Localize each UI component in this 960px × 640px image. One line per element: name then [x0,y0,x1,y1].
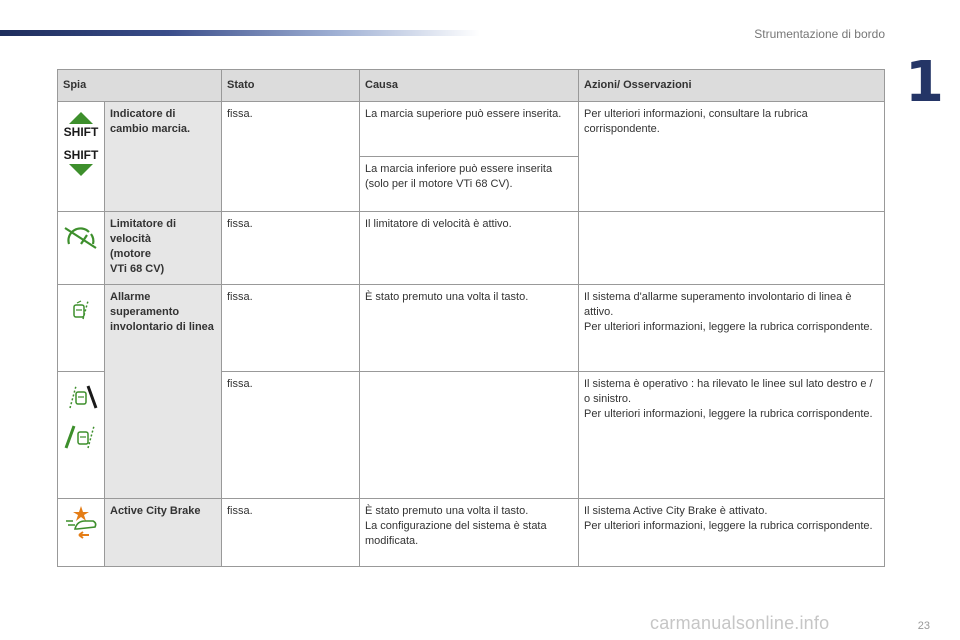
active-city-brake-stato: fissa. [221,498,360,567]
shift-down-label: SHIFT [63,148,99,162]
speed-limiter-icon-cell [57,211,105,285]
lane-detected-causa [359,371,579,499]
shift-stato: fissa. [221,101,360,212]
lane-left-detected-icon [64,425,95,449]
speed-limiter-azioni [578,211,885,285]
shift-down-icon [69,164,93,176]
lane-departure-azioni-line2: Per ulteriori informazioni, leggere la r… [584,321,873,333]
active-city-brake-causa-line1: È stato premuto una volta il tasto. [365,505,529,517]
shift-up-label: SHIFT [63,125,99,139]
speed-limiter-stato: fissa. [221,211,360,285]
speed-limiter-causa: Il limitatore di velocità è attivo. [359,211,579,285]
lane-detected-azioni: Il sistema è operativo : ha rilevato le … [578,371,885,499]
active-city-brake-causa: È stato premuto una volta il tasto. La c… [359,498,579,567]
table-row: SHIFT SHIFT Indicatore di cambio marcia.… [57,101,885,212]
lane-detected-azioni-line1: Il sistema è operativo : ha rilevato le … [584,378,873,405]
shift-icon-cell: SHIFT SHIFT [57,101,105,212]
shift-up-icon [69,112,93,124]
page-number: 23 [917,620,930,632]
header-causa: Causa [359,69,579,102]
active-city-brake-icon [66,506,97,539]
speed-limiter-name-line3: (motore [110,248,151,260]
watermark-text: carmanualsonline.info [650,613,830,633]
lane-detected-azioni-line2: Per ulteriori informazioni, leggere la r… [584,408,873,420]
header-stato: Stato [221,69,360,102]
speed-limiter-name-line1: Limitatore di [110,218,177,230]
lane-right-detected-icon [69,385,98,409]
lane-departure-icon-cell [57,284,105,372]
shift-causa-up: La marcia superiore può essere inserita. [359,101,579,157]
lane-departure-causa: È stato premuto una volta il tasto. [359,284,579,372]
header-spia: Spia [57,69,222,102]
shift-azioni: Per ulteriori informazioni, consultare l… [578,101,885,212]
lane-departure-name: Allarme superamento involontario di line… [104,284,222,499]
speed-limiter-name-line2: velocità [110,233,151,245]
active-city-brake-azioni-line1: Il sistema Active City Brake è attivato. [584,505,768,517]
table-header-row: Spia Stato Causa Azioni/ Osservazioni [57,69,885,102]
lane-departure-icon [73,300,89,320]
active-city-brake-name: Active City Brake [104,498,222,567]
lane-departure-azioni: Il sistema d'allarme superamento involon… [578,284,885,372]
chapter-number: 1 [905,50,944,115]
shift-causa-down: La marcia inferiore può essere inserita … [359,156,579,212]
active-city-brake-azioni: Il sistema Active City Brake è attivato.… [578,498,885,567]
active-city-brake-azioni-line2: Per ulteriori informazioni, leggere la r… [584,520,873,532]
header-gradient-bar [0,30,480,36]
active-city-brake-causa-line2: La configurazione del sistema è stata mo… [365,520,547,547]
lane-detected-icon-cell [57,371,105,499]
lane-departure-azioni-line1: Il sistema d'allarme superamento involon… [584,291,852,318]
header-azioni: Azioni/ Osservazioni [578,69,885,102]
speed-limiter-name: Limitatore di velocità (motore VTi 68 CV… [104,211,222,285]
active-city-brake-icon-cell [57,498,105,567]
speed-limiter-name-line4: VTi 68 CV) [110,263,165,275]
warning-lights-table: Spia Stato Causa Azioni/ Osservazioni SH… [57,69,885,567]
table-row: Limitatore di velocità (motore VTi 68 CV… [57,211,885,285]
section-title: Strumentazione di bordo [754,27,885,41]
shift-indicator-name: Indicatore di cambio marcia. [104,101,222,212]
table-row: Active City Brake fissa. È stato premuto… [57,498,885,567]
speed-limiter-icon [64,227,97,249]
lane-detected-stato: fissa. [221,371,360,499]
table-row: Allarme superamento involontario di line… [57,284,885,499]
lane-departure-stato: fissa. [221,284,360,372]
